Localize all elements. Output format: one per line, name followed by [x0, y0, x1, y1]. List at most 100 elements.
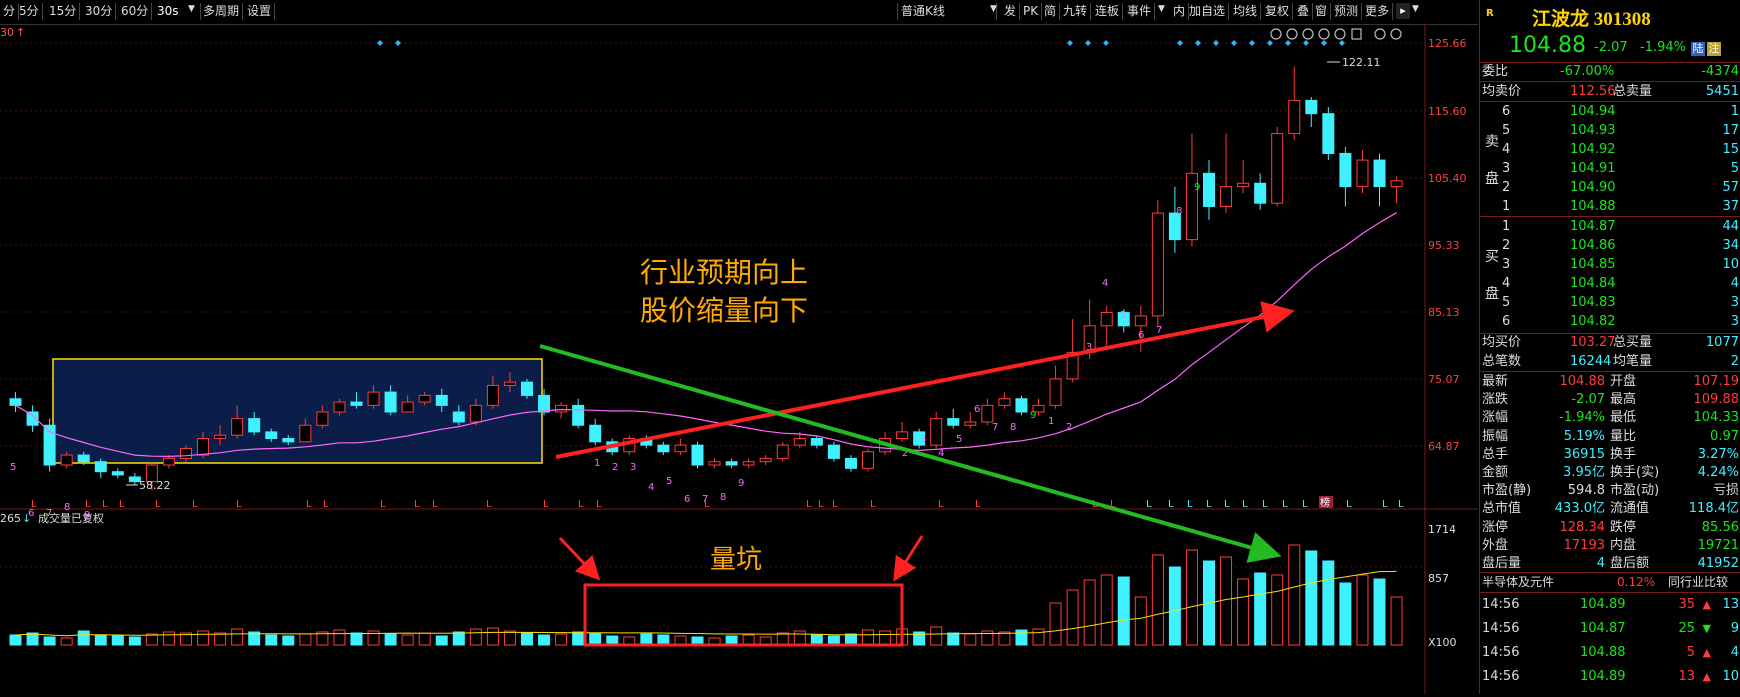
lock-icon[interactable] — [1351, 28, 1362, 40]
multi-period-button[interactable]: 多周期 — [200, 3, 244, 20]
stat-label: 涨跌 — [1482, 392, 1509, 408]
max-price-label: 122.11 — [1342, 56, 1381, 69]
svg-text:L: L — [236, 499, 242, 510]
svg-text:8: 8 — [1010, 422, 1016, 433]
weibi-row: 委比 -67.00% -4374 — [1480, 62, 1740, 81]
buy-volume: 44 — [1722, 219, 1739, 234]
toolbar-more-button[interactable]: 更多 — [1362, 3, 1394, 20]
svg-text:L: L — [1146, 499, 1152, 510]
stat-row: 金额 3.95亿 换手(实) 4.24% — [1480, 463, 1740, 482]
kline-chart-svg: 30 ↑ 122.11 58.22 56 7891 2 3456 7 89234567 89… — [0, 24, 1478, 694]
stock-name-code[interactable]: 江波龙 301308 — [1532, 4, 1651, 31]
stat-value: 104.33 — [1693, 410, 1740, 426]
weibi-value: -67.00% — [1560, 64, 1615, 79]
hand-icon[interactable] — [1302, 28, 1314, 40]
chevron-down-icon[interactable]: ▼ — [1412, 4, 1419, 14]
stat-row: 市盈(静) 594.8 市盈(动) 亏损 — [1480, 481, 1740, 500]
svg-text:8: 8 — [1176, 206, 1182, 217]
svg-text:2: 2 — [612, 462, 618, 473]
bang-badge: 榜 — [1320, 496, 1330, 509]
total-sell-label: 总卖量 — [1613, 84, 1653, 99]
svg-text:4: 4 — [1102, 278, 1108, 289]
kline-chart[interactable]: 30 ↑ 122.11 58.22 5678912345678923456789… — [0, 24, 1478, 694]
arrow-up-icon: ▲ — [1702, 598, 1711, 611]
svg-text:L: L — [1302, 499, 1308, 510]
svg-text:6: 6 — [684, 494, 690, 505]
kline-type-select[interactable]: 普通K线 — [897, 3, 997, 20]
toolbar-simple-button[interactable]: 简 — [1041, 3, 1061, 20]
price-axis: 125.66 115.60 105.40 95.33 85.13 75.07 6… — [1428, 37, 1467, 453]
stat-row: 总手 36915 换手 3.27% — [1480, 445, 1740, 464]
svg-text:L: L — [192, 499, 198, 510]
stat-label: 外盘 — [1482, 537, 1509, 553]
svg-text:L: L — [1262, 499, 1268, 510]
eye-icon[interactable] — [1270, 28, 1282, 40]
pit-arrow-right — [893, 535, 924, 582]
avg-sell-label: 均卖价 — [1482, 84, 1522, 99]
zoom-in-icon[interactable] — [1390, 28, 1402, 40]
stat-label: 量比 — [1610, 428, 1637, 444]
sell-volume: 17 — [1722, 123, 1739, 138]
collapse-arrow-icon[interactable]: ▸ — [1396, 3, 1410, 19]
period-30min-tab[interactable]: 30分 — [82, 3, 117, 20]
period-60min-tab[interactable]: 60分 — [118, 3, 153, 20]
sector-row[interactable]: 半导体及元件 0.12% 同行业比较 — [1480, 573, 1740, 592]
svg-text:3: 3 — [920, 434, 926, 445]
svg-text:L: L — [818, 499, 824, 510]
toolbar-events-button[interactable]: 事件 — [1124, 3, 1156, 20]
settings-button[interactable]: 设置 — [244, 3, 276, 20]
zoom-out-icon[interactable] — [1374, 28, 1386, 40]
chevron-down-icon[interactable]: ▼ — [188, 4, 195, 14]
stat-label: 流通值 — [1610, 501, 1650, 517]
toolbar-window-button[interactable]: 窗 — [1312, 3, 1332, 20]
period-5min-tab[interactable]: 5分 — [16, 3, 43, 20]
add-watchlist-button[interactable]: 加自选 — [1186, 3, 1230, 20]
buy-price: 104.84 — [1570, 276, 1616, 291]
toolbar-forecast-button[interactable]: 预测 — [1331, 3, 1363, 20]
camera-icon[interactable] — [1286, 28, 1298, 40]
stat-label: 内盘 — [1610, 537, 1637, 553]
stat-label: 市盈(静) — [1482, 483, 1532, 499]
annotation-line-1: 行业预期向上 — [640, 256, 808, 289]
svg-text:L: L — [1187, 499, 1193, 510]
price-tick: 125.66 — [1428, 37, 1467, 50]
toolbar-pk-button[interactable]: PK — [1020, 3, 1043, 20]
tick-row: 14:56 104.88 5 4 ▲ — [1480, 643, 1740, 662]
stat-value: 594.8 — [1567, 483, 1605, 499]
stat-label: 总手 — [1482, 446, 1509, 462]
stat-value: 41952 — [1697, 556, 1739, 571]
svg-text:L: L — [1168, 499, 1174, 510]
stat-row: 最新 104.88 开盘 107.19 — [1480, 372, 1740, 391]
down-arrow-icon: ↓ — [22, 512, 31, 525]
arrow-up-icon: ▲ — [1702, 670, 1711, 683]
sector-compare-button[interactable]: 同行业比较 — [1668, 573, 1728, 592]
toolbar-fa-button[interactable]: 发 — [1001, 3, 1021, 20]
stat-value: 433.0亿 — [1554, 501, 1605, 517]
chevron-down-icon[interactable]: ▼ — [990, 4, 997, 14]
svg-text:L: L — [543, 499, 549, 510]
toolbar-limitup-button[interactable]: 连板 — [1092, 3, 1124, 20]
tick-row: 14:56 104.89 13 10 ▲ — [1480, 667, 1740, 686]
undo-icon[interactable] — [1318, 28, 1330, 40]
tick-price: 104.89 — [1580, 669, 1626, 684]
sell-volume: 37 — [1722, 199, 1739, 214]
buy-level: 5 — [1502, 295, 1511, 310]
toolbar-ma-button[interactable]: 均线 — [1230, 3, 1262, 20]
scissors-icon[interactable] — [1334, 28, 1346, 40]
sell-volume: 57 — [1722, 180, 1739, 195]
toolbar-adjust-button[interactable]: 复权 — [1262, 3, 1294, 20]
avg-buy-row: 均买价 103.27 总买量 1077 — [1480, 333, 1740, 352]
sector-name[interactable]: 半导体及元件 — [1482, 573, 1554, 592]
buy-price: 104.85 — [1570, 257, 1616, 272]
volume-pit-label: 量坑 — [710, 545, 762, 575]
stat-label: 金额 — [1482, 465, 1509, 480]
toolbar-nine-turn-button[interactable]: 九转 — [1060, 3, 1092, 20]
svg-text:3: 3 — [630, 462, 636, 473]
period-15min-tab[interactable]: 15分 — [46, 3, 81, 20]
chevron-down-icon[interactable]: ▼ — [1158, 4, 1165, 14]
toolbar-overlay-button[interactable]: 叠 — [1294, 3, 1314, 20]
sell-volume: 15 — [1722, 142, 1739, 157]
stat-value: 5.19% — [1563, 428, 1605, 444]
avg-buy-value: 103.27 — [1570, 335, 1616, 350]
sell-level: 6 — [1502, 104, 1511, 119]
